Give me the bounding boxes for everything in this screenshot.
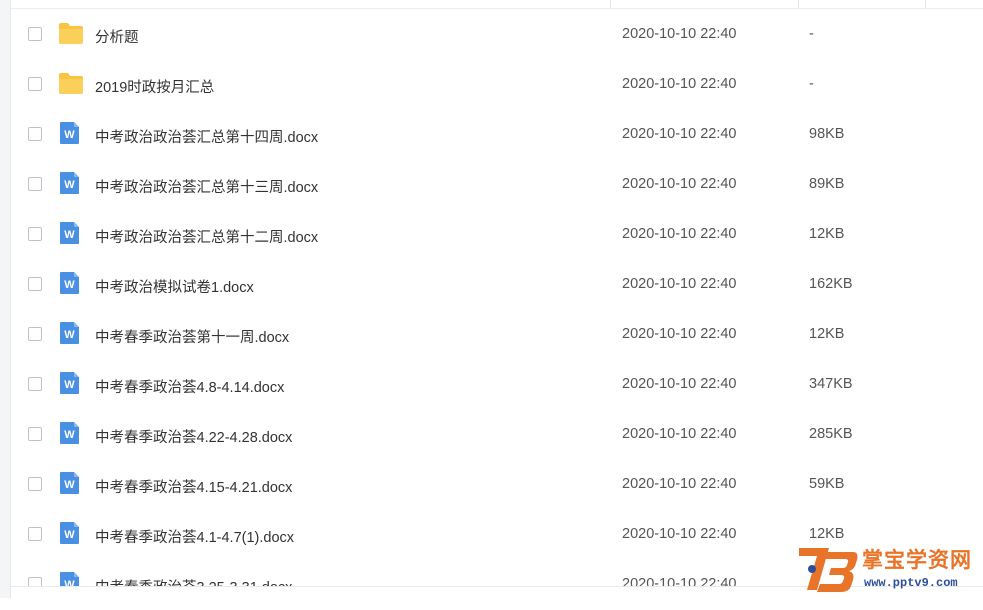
file-size: - [809,26,814,42]
file-name[interactable]: 中考春季政治荟4.8-4.14.docx [95,376,284,397]
file-modified-date: 2020-10-10 22:40 [622,26,737,42]
file-modified-date: 2020-10-10 22:40 [622,526,737,542]
word-doc-icon: W [58,421,82,445]
file-name[interactable]: 中考政治政治荟汇总第十四周.docx [95,126,318,147]
file-modified-date: 2020-10-10 22:40 [622,176,737,192]
file-size: 12KB [809,326,845,342]
word-doc-icon: W [58,271,82,295]
word-doc-icon: W [58,221,82,245]
row-checkbox[interactable] [28,227,42,241]
file-row[interactable]: 分析题 2020-10-10 22:40 - [11,10,983,60]
row-checkbox[interactable] [28,427,42,441]
file-name[interactable]: 中考政治政治荟汇总第十二周.docx [95,226,318,247]
watermark-url: www.pptv9.com [864,576,958,590]
file-size: - [809,76,814,92]
file-size: 89KB [809,176,845,192]
row-checkbox[interactable] [28,177,42,191]
row-checkbox[interactable] [28,27,42,41]
watermark-logo: 掌宝学资网 www.pptv9.com [795,538,983,598]
file-row[interactable]: W 中考政治政治荟汇总第十四周.docx 2020-10-10 22:40 98KB [11,110,983,160]
svg-text:W: W [64,379,75,391]
word-doc-icon: W [58,321,82,345]
file-modified-date: 2020-10-10 22:40 [622,326,737,342]
watermark-title: 掌宝学资网 [862,548,972,572]
word-doc-icon: W [58,371,82,395]
row-checkbox[interactable] [28,127,42,141]
file-size: 285KB [809,426,853,442]
row-checkbox[interactable] [28,277,42,291]
file-modified-date: 2020-10-10 22:40 [622,126,737,142]
word-doc-icon: W [58,121,82,145]
file-row[interactable]: W 中考春季政治荟4.22-4.28.docx 2020-10-10 22:40 28… [11,410,983,460]
file-modified-date: 2020-10-10 22:40 [622,276,737,292]
file-row[interactable]: W 中考政治政治荟汇总第十三周.docx 2020-10-10 22:40 89KB [11,160,983,210]
file-name[interactable]: 中考春季政治荟第十一周.docx [95,326,289,347]
row-checkbox[interactable] [28,527,42,541]
file-name[interactable]: 中考春季政治荟4.15-4.21.docx [95,476,292,497]
folder-icon [58,21,83,45]
svg-text:W: W [64,179,75,191]
file-row[interactable]: 2019时政按月汇总 2020-10-10 22:40 - [11,60,983,110]
file-row[interactable]: W 中考春季政治荟4.8-4.14.docx 2020-10-10 22:40 347… [11,360,983,410]
word-doc-icon: W [58,471,82,495]
header-divider-end[interactable] [925,0,926,8]
file-modified-date: 2020-10-10 22:40 [622,426,737,442]
row-checkbox[interactable] [28,327,42,341]
svg-text:W: W [64,429,75,441]
row-checkbox[interactable] [28,77,42,91]
svg-text:W: W [64,229,75,241]
header-divider-date[interactable] [610,0,611,8]
svg-text:W: W [64,329,75,341]
file-name[interactable]: 2019时政按月汇总 [95,76,214,97]
file-name[interactable]: 分析题 [95,26,139,47]
row-checkbox[interactable] [28,477,42,491]
header-divider-size[interactable] [798,0,799,8]
file-row[interactable]: W 中考春季政治荟第十一周.docx 2020-10-10 22:40 12KB [11,310,983,360]
file-modified-date: 2020-10-10 22:40 [622,476,737,492]
svg-text:W: W [64,279,75,291]
file-size: 347KB [809,376,853,392]
word-doc-icon: W [58,171,82,195]
svg-text:W: W [64,529,75,541]
file-size: 98KB [809,126,845,142]
file-list: 分析题 2020-10-10 22:40 - 2019时政按月汇总 2020-10-10… [11,10,983,610]
word-doc-icon: W [58,521,82,545]
file-name[interactable]: 中考政治模拟试卷1.docx [95,276,254,297]
file-modified-date: 2020-10-10 22:40 [622,76,737,92]
file-modified-date: 2020-10-10 22:40 [622,226,737,242]
left-panel-edge [0,0,11,598]
file-name[interactable]: 中考春季政治荟4.22-4.28.docx [95,426,292,447]
file-name[interactable]: 中考政治政治荟汇总第十三周.docx [95,176,318,197]
file-row[interactable]: W 中考春季政治荟4.15-4.21.docx 2020-10-10 22:40 59… [11,460,983,510]
file-size: 162KB [809,276,853,292]
column-header-strip [11,0,983,9]
file-modified-date: 2020-10-10 22:40 [622,376,737,392]
svg-text:W: W [64,479,75,491]
folder-icon [58,71,83,95]
file-size: 59KB [809,476,845,492]
file-row[interactable]: W 中考政治政治荟汇总第十二周.docx 2020-10-10 22:40 12KB [11,210,983,260]
watermark-73-mark [799,548,858,592]
file-row[interactable]: W 中考政治模拟试卷1.docx 2020-10-10 22:40 162KB [11,260,983,310]
file-size: 12KB [809,226,845,242]
row-checkbox[interactable] [28,377,42,391]
svg-text:W: W [64,129,75,141]
file-name[interactable]: 中考春季政治荟4.1-4.7(1).docx [95,526,294,547]
